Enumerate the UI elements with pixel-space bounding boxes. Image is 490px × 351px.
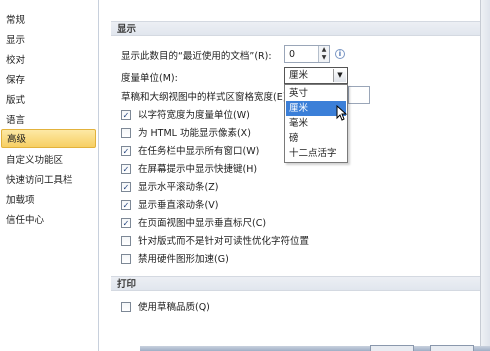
- checkbox[interactable]: ✓: [121, 146, 131, 156]
- print-section-header: 打印: [111, 276, 480, 291]
- nav-item-layout[interactable]: 版式: [6, 93, 25, 109]
- checkbox[interactable]: ✓: [121, 200, 131, 210]
- checkbox-label[interactable]: 在页面视图中显示垂直标尺(C): [138, 216, 266, 231]
- recent-docs-value[interactable]: 0: [289, 47, 295, 62]
- stepper-up-icon[interactable]: ▲: [318, 46, 329, 54]
- unit-select-value[interactable]: 厘米: [289, 68, 308, 83]
- checkbox[interactable]: ✓: [121, 182, 131, 192]
- nav-item-advanced[interactable]: 高级: [1, 129, 96, 148]
- vertical-scrollbar[interactable]: [480, 0, 490, 351]
- stepper-down-icon[interactable]: ▼: [318, 54, 329, 62]
- nav-item-trust-center[interactable]: 信任中心: [6, 213, 44, 229]
- recent-docs-stepper[interactable]: 0 ▲ ▼: [284, 45, 330, 63]
- unit-label: 度量单位(M):: [121, 73, 178, 84]
- nav-item-add-ins[interactable]: 加载项: [6, 193, 35, 209]
- unit-select[interactable]: 厘米 ▼: [284, 67, 348, 84]
- nav-item-display[interactable]: 显示: [6, 33, 25, 49]
- checkbox[interactable]: [121, 128, 131, 138]
- checkbox-label[interactable]: 在屏幕提示中显示快捷键(H): [138, 162, 257, 177]
- checkbox[interactable]: ✓: [121, 110, 131, 120]
- ok-button[interactable]: [370, 345, 414, 351]
- style-width-input[interactable]: [348, 86, 370, 104]
- chevron-down-icon[interactable]: ▼: [333, 69, 346, 82]
- advanced-options-panel: 显示 显示此数目的“最近使用的文档”(R): 0 ▲ ▼ i 度量单位(M): …: [99, 0, 480, 351]
- checkbox-label[interactable]: 显示水平滚动条(Z): [138, 180, 218, 195]
- nav-item-general[interactable]: 常规: [6, 13, 25, 29]
- checkbox-label[interactable]: 使用草稿品质(Q): [138, 300, 210, 315]
- checkbox[interactable]: [121, 236, 131, 246]
- nav-item-save[interactable]: 保存: [6, 73, 25, 89]
- recent-docs-label: 显示此数目的“最近使用的文档”(R):: [121, 51, 272, 62]
- nav-item-proofing[interactable]: 校对: [6, 53, 25, 69]
- checkbox-label[interactable]: 针对版式而不是针对可读性优化字符位置: [138, 234, 309, 249]
- display-section-header: 显示: [111, 21, 480, 36]
- style-width-label: 草稿和大纲视图中的样式区窗格宽度(E):: [121, 92, 290, 103]
- unit-option-point[interactable]: 磅: [286, 131, 346, 146]
- checkbox[interactable]: ✓: [121, 164, 131, 174]
- checkbox[interactable]: [121, 302, 131, 312]
- checkbox-label[interactable]: 在任务栏中显示所有窗口(W): [138, 144, 259, 159]
- checkbox-label[interactable]: 禁用硬件图形加速(G): [138, 252, 229, 267]
- nav-item-customize-ribbon[interactable]: 自定义功能区: [6, 153, 63, 169]
- cancel-button[interactable]: [430, 345, 474, 351]
- nav-item-language[interactable]: 语言: [6, 113, 25, 129]
- checkbox[interactable]: ✓: [121, 218, 131, 228]
- checkbox-label[interactable]: 为 HTML 功能显示像素(X): [138, 126, 251, 141]
- checkbox-label[interactable]: 显示垂直滚动条(V): [138, 198, 218, 213]
- checkbox[interactable]: [121, 254, 131, 264]
- unit-dropdown-list: 英寸 厘米 毫米 磅 十二点活字: [284, 84, 348, 163]
- mouse-pointer-icon: [336, 105, 347, 121]
- options-nav: 常规 显示 校对 保存 版式 语言 高级 自定义功能区 快速访问工具栏 加载项 …: [0, 0, 99, 351]
- checkbox-label[interactable]: 以字符宽度为度量单位(W): [138, 108, 250, 123]
- nav-item-quick-access-toolbar[interactable]: 快速访问工具栏: [6, 173, 73, 189]
- unit-option-inch[interactable]: 英寸: [286, 86, 346, 101]
- info-icon: i: [335, 49, 345, 59]
- unit-option-pica[interactable]: 十二点活字: [286, 146, 346, 161]
